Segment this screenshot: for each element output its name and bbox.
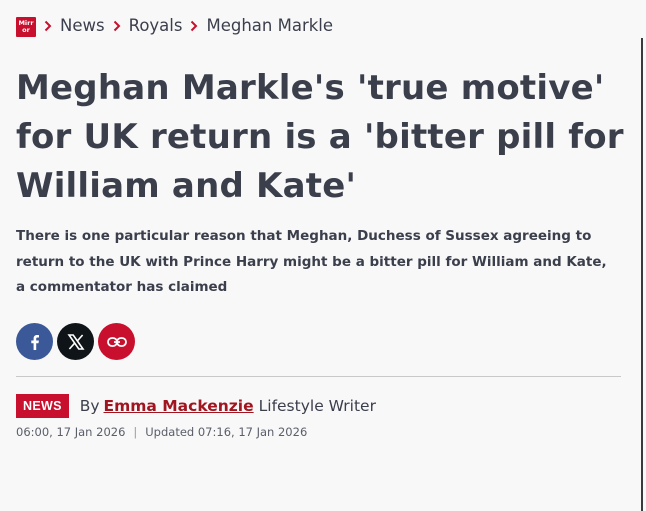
category-tag[interactable]: NEWS xyxy=(16,393,69,418)
article-headline: Meghan Markle's 'true motive' for UK ret… xyxy=(16,68,624,206)
breadcrumb-link-meghan-markle[interactable]: Meghan Markle xyxy=(206,16,333,35)
published-time: 06:00, 17 Jan 2026 xyxy=(16,425,126,439)
breadcrumb-link-royals[interactable]: Royals xyxy=(129,16,183,35)
facebook-icon xyxy=(30,334,39,350)
chevron-right-icon xyxy=(44,19,56,33)
date-separator: | xyxy=(133,425,138,439)
breadcrumb: Mirr or News Royals Meghan Markle xyxy=(16,12,333,38)
byline: NEWS By Emma Mackenzie Lifestyle Writer xyxy=(16,392,376,419)
author-role: Lifestyle Writer xyxy=(258,396,376,415)
breadcrumb-link-news[interactable]: News xyxy=(60,16,105,35)
share-x-button[interactable] xyxy=(57,323,94,360)
byline-divider xyxy=(16,376,621,377)
article-dates: 06:00, 17 Jan 2026 | Updated 07:16, 17 J… xyxy=(16,425,307,439)
page-edge-divider xyxy=(641,38,643,511)
author-link[interactable]: Emma Mackenzie xyxy=(104,397,254,415)
copy-link-button[interactable] xyxy=(98,323,135,360)
byline-prefix: By xyxy=(79,396,100,415)
updated-time: Updated 07:16, 17 Jan 2026 xyxy=(145,425,308,439)
x-icon xyxy=(66,333,85,350)
chevron-right-icon xyxy=(113,19,125,33)
share-bar xyxy=(16,323,135,360)
mirror-logo[interactable]: Mirr or xyxy=(16,17,36,37)
chevron-right-icon xyxy=(190,19,202,33)
article-standfirst: There is one particular reason that Megh… xyxy=(16,228,607,295)
link-icon xyxy=(106,336,127,347)
share-facebook-button[interactable] xyxy=(16,323,53,360)
